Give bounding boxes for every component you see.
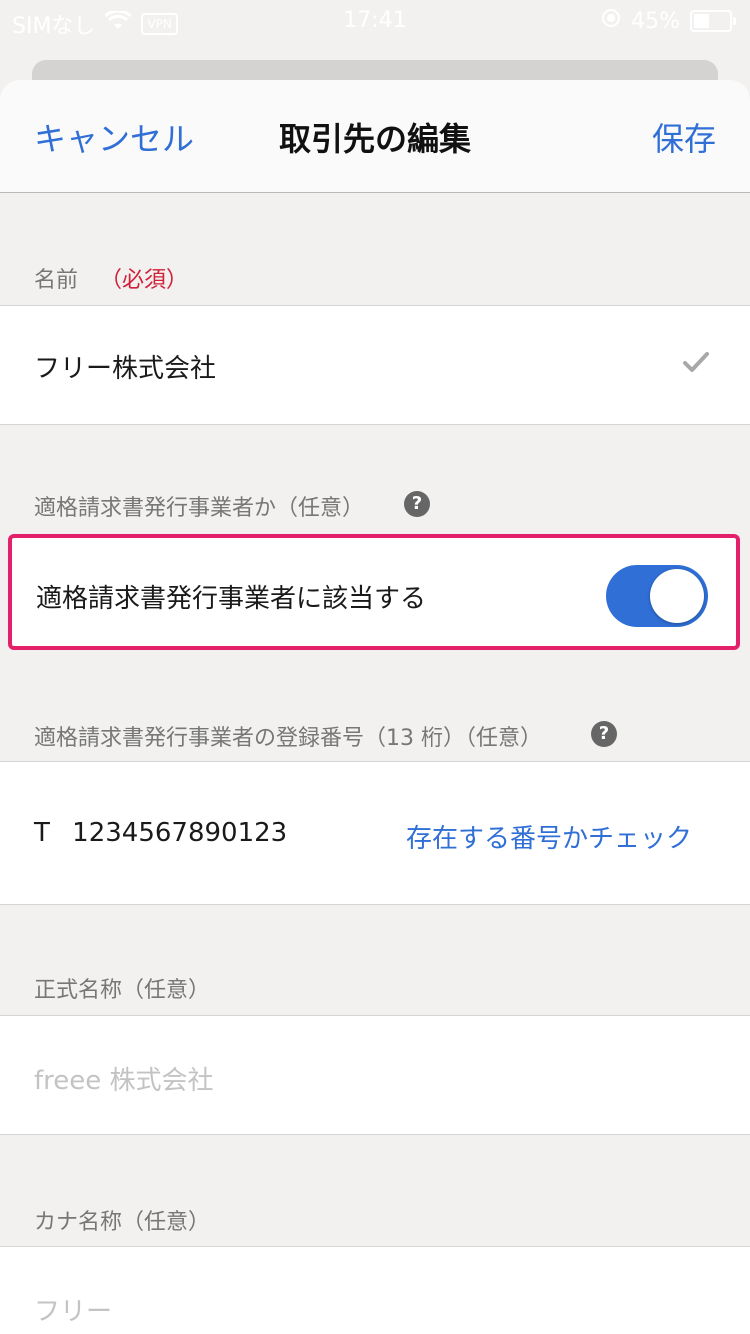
registration-section-label: 適格請求書発行事業者の登録番号（13 桁）（任意） bbox=[34, 726, 542, 751]
official-name-placeholder: freee 株式会社 bbox=[34, 1066, 214, 1096]
name-label: 名前 bbox=[34, 268, 79, 293]
battery-level bbox=[694, 14, 709, 28]
name-value: フリー株式会社 bbox=[34, 354, 217, 384]
kana-name-section-label: カナ名称（任意） bbox=[34, 1210, 211, 1235]
check-icon bbox=[682, 350, 710, 378]
help-icon[interactable]: ? bbox=[591, 721, 617, 747]
page-title: 取引先の編集 bbox=[278, 120, 471, 158]
registration-number-field[interactable]: T 1234567890123 bbox=[34, 818, 287, 848]
edit-sheet: キャンセル 取引先の編集 保存 名前 （必須） フリー株式会社 適格請求書発行事業… bbox=[0, 80, 750, 1334]
registration-prefix: T bbox=[34, 818, 50, 848]
official-name-field[interactable]: freee 株式会社 bbox=[0, 1015, 750, 1135]
save-button[interactable]: 保存 bbox=[652, 114, 716, 160]
required-badge: （必須） bbox=[100, 268, 189, 293]
toggle-knob bbox=[650, 569, 704, 623]
kana-name-placeholder: フリー bbox=[34, 1297, 113, 1327]
orientation-lock-icon bbox=[601, 8, 621, 34]
battery-percent: 45% bbox=[631, 8, 680, 34]
status-bar: SIMなし VPN 17:41 45% bbox=[0, 0, 750, 42]
official-name-section-label: 正式名称（任意） bbox=[34, 978, 211, 1003]
status-right: 45% bbox=[601, 8, 736, 34]
invoice-toggle-label: 適格請求書発行事業者に該当する bbox=[36, 584, 427, 614]
name-section-label: 名前 （必須） bbox=[34, 262, 188, 294]
invoice-section-label: 適格請求書発行事業者か（任意） bbox=[34, 496, 365, 521]
check-number-link[interactable]: 存在する番号かチェック bbox=[406, 818, 692, 855]
name-field[interactable]: フリー株式会社 bbox=[0, 305, 750, 425]
navigation-bar: キャンセル 取引先の編集 保存 bbox=[0, 80, 750, 193]
invoice-toggle-row: 適格請求書発行事業者に該当する bbox=[8, 534, 740, 650]
invoice-toggle-switch[interactable] bbox=[606, 565, 708, 627]
kana-name-field[interactable]: フリー bbox=[0, 1246, 750, 1334]
battery-icon bbox=[690, 10, 736, 32]
registration-number-row: T 1234567890123 存在する番号かチェック bbox=[0, 761, 750, 905]
registration-number-value: 1234567890123 bbox=[72, 818, 288, 848]
help-icon[interactable]: ? bbox=[404, 491, 430, 517]
